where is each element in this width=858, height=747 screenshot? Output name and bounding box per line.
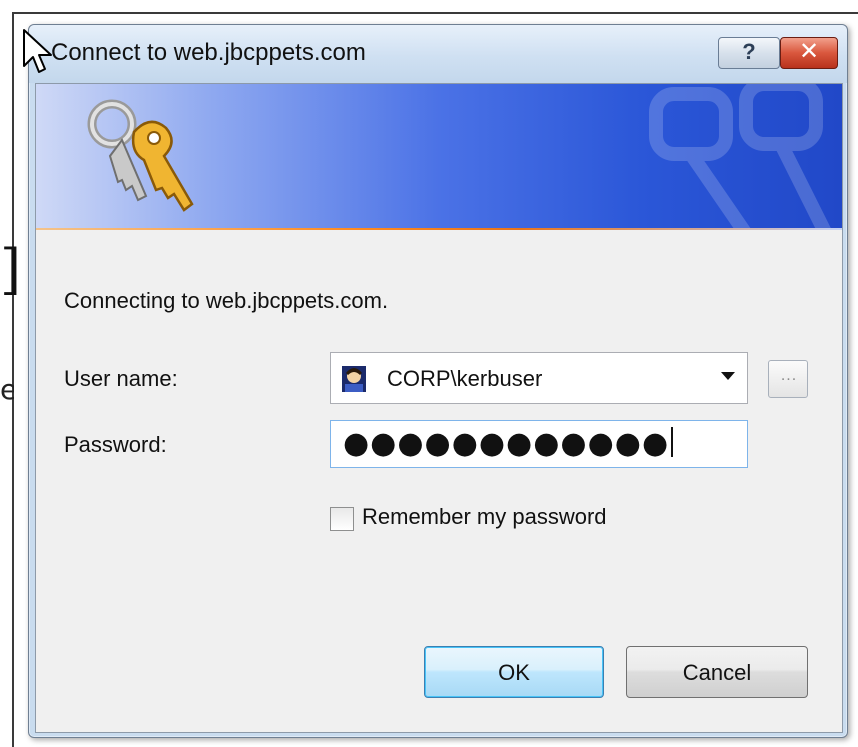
- keys-watermark-icon: [649, 84, 832, 230]
- mouse-pointer-icon: [23, 29, 52, 73]
- connection-message: Connecting to web.jbcppets.com.: [64, 288, 389, 313]
- browse-button-label: ...: [780, 367, 798, 384]
- background-text-fragment: e: [0, 373, 14, 406]
- banner: [36, 84, 842, 230]
- cancel-button-label: Cancel: [682, 660, 752, 685]
- cancel-button[interactable]: Cancel: [626, 646, 808, 698]
- help-icon: ?: [742, 39, 756, 64]
- title-bar[interactable]: Connect to web.jbcppets.com ? ✕: [29, 25, 847, 83]
- banner-stripe: [36, 228, 842, 230]
- keys-icon: [87, 99, 194, 212]
- ok-button-label: OK: [498, 660, 530, 685]
- dialog-body: Connecting to web.jbcppets.com. User nam…: [35, 83, 843, 733]
- user-name-label: User name:: [64, 366, 178, 391]
- text-caret: [671, 427, 674, 457]
- remember-password-label[interactable]: Remember my password: [362, 504, 607, 530]
- password-input[interactable]: ●●●●●●●●●●●●: [330, 420, 748, 468]
- window-title: Connect to web.jbcppets.com: [51, 39, 366, 66]
- help-button[interactable]: ?: [718, 37, 780, 69]
- password-label: Password:: [64, 432, 167, 457]
- user-avatar-icon: [342, 366, 366, 392]
- password-value: ●●●●●●●●●●●●: [343, 426, 674, 461]
- user-name-combobox[interactable]: CORP\kerbuser: [330, 352, 748, 404]
- password-mask: ●●●●●●●●●●●●: [343, 426, 670, 461]
- ok-button[interactable]: OK: [424, 646, 604, 698]
- close-icon: ✕: [798, 37, 820, 65]
- close-button[interactable]: ✕: [780, 37, 838, 69]
- user-name-value: CORP\kerbuser: [387, 366, 543, 391]
- remember-password-checkbox[interactable]: [330, 507, 354, 531]
- background-text-fragment: ]: [0, 240, 18, 300]
- credentials-dialog: Connect to web.jbcppets.com ? ✕ Connecti…: [28, 24, 848, 738]
- browse-users-button[interactable]: ...: [768, 360, 808, 398]
- chevron-down-icon[interactable]: [721, 372, 735, 380]
- background-border-top: [12, 12, 858, 14]
